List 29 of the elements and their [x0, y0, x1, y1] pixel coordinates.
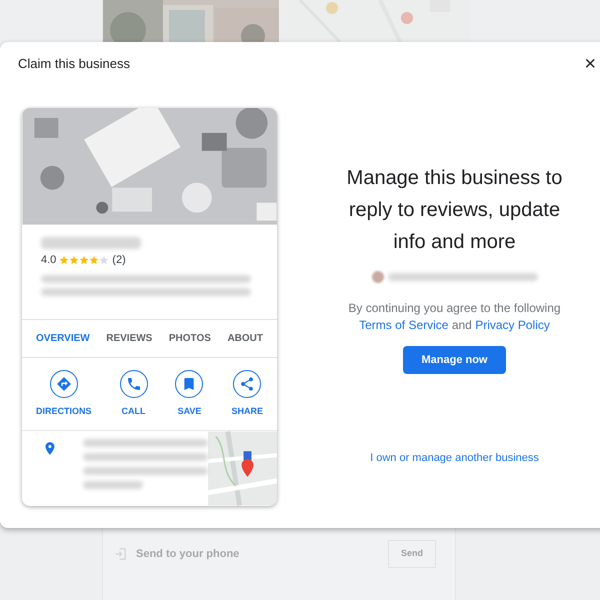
directions-icon: [56, 376, 72, 392]
privacy-link[interactable]: Privacy Policy: [475, 318, 550, 332]
send-button[interactable]: Send: [388, 540, 436, 568]
star-icon: [69, 254, 80, 265]
account-avatar: [372, 271, 384, 283]
star-icon: [59, 254, 70, 265]
card-tab[interactable]: ABOUT: [227, 331, 263, 346]
star-icon: [79, 254, 90, 265]
terms-link[interactable]: Terms of Service: [359, 318, 448, 332]
share-icon: [239, 376, 256, 392]
manage-now-button[interactable]: Manage now: [403, 346, 506, 374]
consent-text: By continuing you agree to the following Terms of Service and Privacy Policy: [347, 300, 562, 334]
card-tab[interactable]: OVERVIEW: [36, 331, 90, 346]
close-button[interactable]: ×: [584, 54, 596, 74]
pin-icon: [44, 442, 56, 456]
redacted-text: [82, 481, 143, 489]
send-to-phone-icon: [114, 546, 128, 561]
dialog-heading: Manage this business to reply to reviews, update info and more: [346, 166, 564, 255]
review-count: (2): [112, 252, 126, 268]
star-icon: [89, 254, 100, 265]
card-tab[interactable]: REVIEWS: [106, 331, 152, 346]
send-to-phone-label: Send to your phone: [136, 546, 240, 562]
rating-value: 4.0: [41, 252, 56, 268]
another-business-link[interactable]: I own or manage another business: [370, 450, 539, 466]
dialog-title: Claim this business: [18, 55, 130, 74]
card-tab[interactable]: PHOTOS: [168, 331, 211, 346]
star-icon: [99, 254, 110, 265]
action-button[interactable]: DIRECTIONS: [36, 370, 92, 418]
phone-icon: [126, 376, 142, 392]
